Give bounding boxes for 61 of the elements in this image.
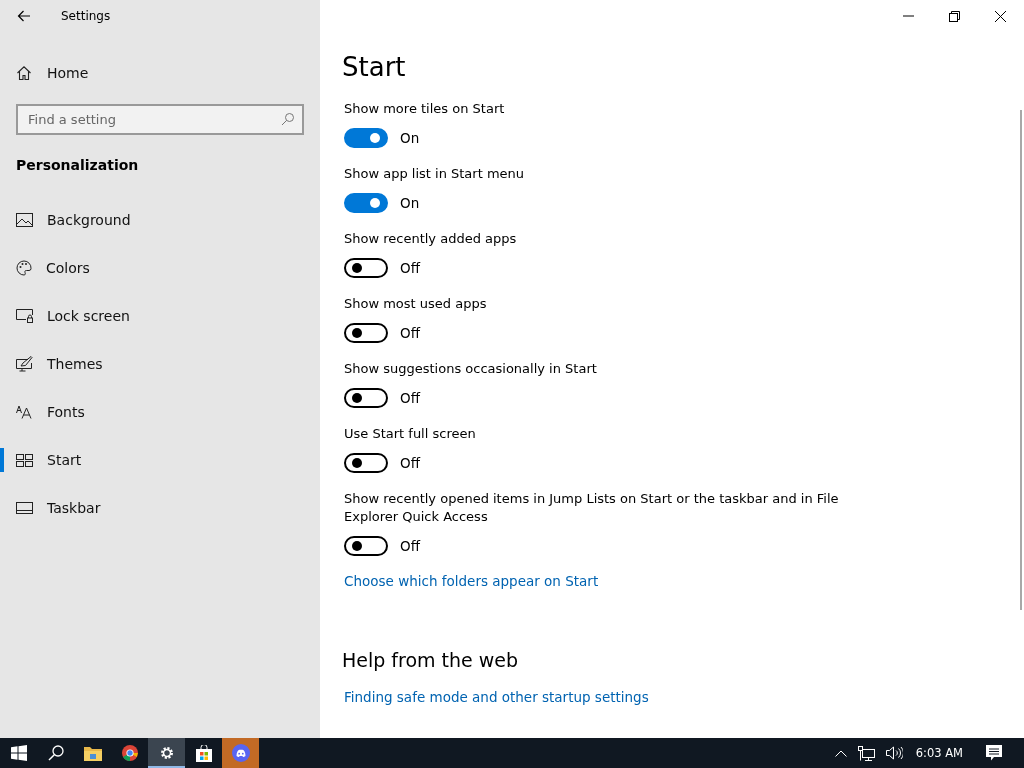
taskbar-button[interactable] xyxy=(148,738,185,768)
network-icon[interactable] xyxy=(857,745,875,761)
setting-label: Show app list in Start menu xyxy=(344,165,526,183)
section-heading: Personalization xyxy=(15,157,140,173)
toggle-state: Off xyxy=(400,260,420,276)
lock-screen-icon xyxy=(16,309,33,323)
toggle-switch[interactable] xyxy=(344,258,388,278)
taskbar-icon xyxy=(16,502,33,514)
nav-item[interactable]: Fonts xyxy=(0,388,320,436)
toggle-switch[interactable] xyxy=(344,193,388,213)
toggle-state: On xyxy=(400,130,420,146)
setting-label: Show recently added apps xyxy=(344,230,518,248)
store-bag-icon xyxy=(195,744,212,762)
restore-icon[interactable] xyxy=(949,10,960,22)
nav-item[interactable]: Background xyxy=(0,196,320,244)
window-title: Settings xyxy=(61,9,111,23)
help-link[interactable]: Finding safe mode and other startup settings xyxy=(344,689,649,705)
windows-logo-icon xyxy=(10,745,27,761)
folder-icon xyxy=(83,745,102,761)
setting-label: Show recently opened items in Jump Lists on Start or the taskbar and in File Explorer Quick Access xyxy=(344,490,840,526)
setting-label: Show suggestions occasionally in Start xyxy=(344,360,598,378)
palette-icon xyxy=(16,260,32,276)
toggle-switch[interactable] xyxy=(344,128,388,148)
toggle-state: Off xyxy=(400,390,420,406)
speaker-icon[interactable] xyxy=(885,746,903,760)
fonts-icon xyxy=(16,405,33,419)
clock[interactable]: 6:03 AM xyxy=(915,746,963,760)
help-heading: Help from the web xyxy=(342,649,520,671)
setting-label: Use Start full screen xyxy=(344,425,477,443)
settings-icon xyxy=(158,745,175,761)
toggle-state: Off xyxy=(400,325,420,341)
folders-link[interactable]: Choose which folders appear on Start xyxy=(344,573,599,589)
notification-icon[interactable] xyxy=(986,745,1002,761)
game-controller-icon xyxy=(231,744,250,762)
back-arrow-icon[interactable] xyxy=(17,10,31,22)
nav-item[interactable]: Taskbar xyxy=(0,484,320,532)
page-title: Start xyxy=(342,52,407,82)
image-icon xyxy=(16,213,33,227)
browser-icon xyxy=(121,745,138,761)
brush-monitor-icon xyxy=(16,356,33,372)
nav-item[interactable]: Themes xyxy=(0,340,320,388)
search-icon xyxy=(281,112,295,126)
toggle-state: Off xyxy=(400,455,420,471)
search-field[interactable]: Find a setting xyxy=(16,104,304,135)
toggle-state: On xyxy=(400,195,420,211)
home-nav-item[interactable]: Home xyxy=(0,49,320,97)
close-icon[interactable] xyxy=(995,10,1006,22)
toggle-switch[interactable] xyxy=(344,453,388,473)
nav-item[interactable]: Colors xyxy=(0,244,320,292)
home-icon xyxy=(16,65,32,81)
setting-label: Show most used apps xyxy=(344,295,488,313)
tiles-icon xyxy=(16,453,33,467)
toggle-switch[interactable] xyxy=(344,323,388,343)
toggle-state: Off xyxy=(400,538,420,554)
chevron-up-icon[interactable] xyxy=(834,749,847,757)
nav-item[interactable]: Lock screen xyxy=(0,292,320,340)
setting-label: Show more tiles on Start xyxy=(344,100,506,118)
toggle-switch[interactable] xyxy=(344,536,388,556)
nav-item[interactable]: Start xyxy=(0,436,320,484)
toggle-switch[interactable] xyxy=(344,388,388,408)
search-icon xyxy=(47,745,64,761)
